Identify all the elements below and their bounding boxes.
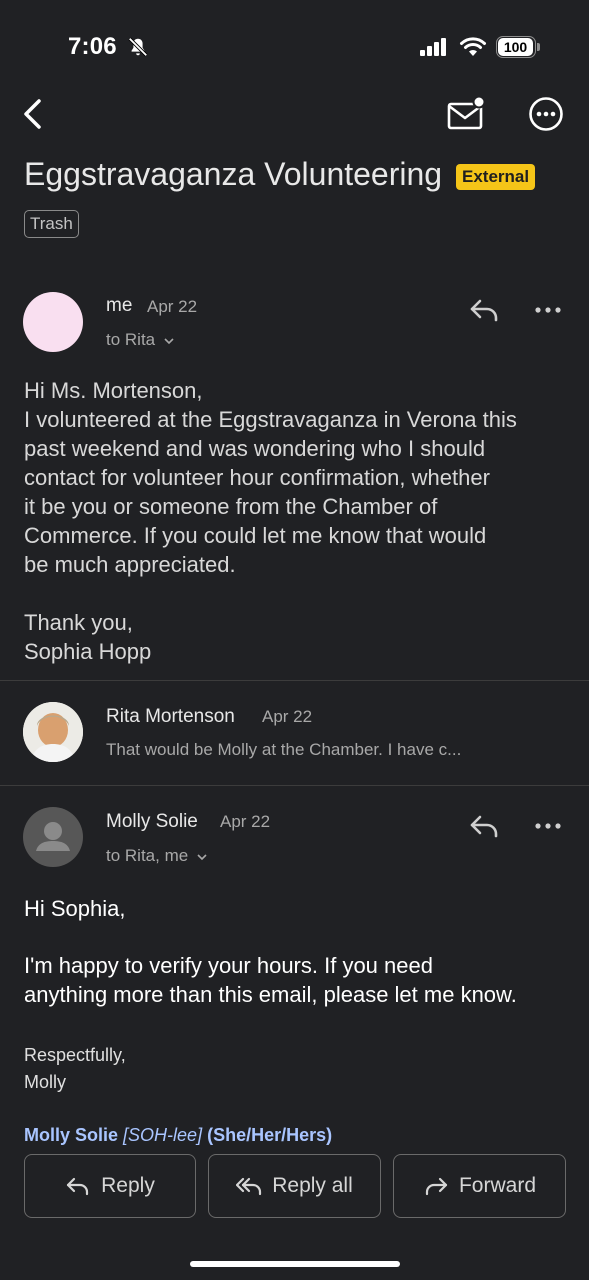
- body-line: Commerce. If you could let me know that …: [24, 523, 487, 548]
- recipients-toggle[interactable]: to Rita, me: [106, 846, 208, 866]
- reply-icon[interactable]: [468, 296, 500, 324]
- reply-all-button[interactable]: Reply all: [208, 1154, 381, 1218]
- forward-button[interactable]: Forward: [393, 1154, 566, 1218]
- recipients-toggle[interactable]: to Rita: [106, 330, 175, 350]
- mark-unread-button[interactable]: [444, 96, 486, 132]
- recipients-text: to Rita: [106, 330, 156, 349]
- signal-icon: [420, 38, 446, 56]
- body-line: Thank you,: [24, 610, 133, 635]
- closing-line: Molly: [24, 1072, 67, 1092]
- sender-name: me: [106, 295, 133, 316]
- chevron-down-icon: [197, 853, 207, 860]
- divider: [0, 680, 589, 681]
- avatar[interactable]: [23, 807, 83, 867]
- home-indicator[interactable]: [190, 1261, 400, 1267]
- message-body: Hi Ms. Mortenson, I volunteered at the E…: [24, 376, 517, 666]
- reply-all-label: Reply all: [272, 1174, 353, 1197]
- body-line: anything more than this email, please le…: [24, 982, 517, 1007]
- sender-name: Rita Mortenson: [106, 706, 235, 727]
- body-line: contact for volunteer hour confirmation,…: [24, 465, 490, 490]
- sender-name: Molly Solie: [106, 811, 198, 832]
- body-line: [24, 579, 517, 608]
- body-line: I volunteered at the Eggstravaganza in V…: [24, 407, 517, 432]
- signature-name: Molly Solie: [24, 1125, 119, 1145]
- battery-icon: 100: [496, 36, 540, 58]
- wifi-icon: [460, 37, 486, 56]
- message-greeting: Hi Sophia,: [24, 896, 126, 921]
- message-snippet[interactable]: That would be Molly at the Chamber. I ha…: [106, 740, 461, 760]
- email-signature[interactable]: Molly Solie [SOH-lee] (She/Her/Hers): [24, 1125, 332, 1146]
- divider: [0, 785, 589, 786]
- signature-pronunciation: [SOH-lee]: [123, 1125, 203, 1145]
- more-options-button[interactable]: [528, 96, 564, 132]
- battery-level: 100: [498, 38, 533, 56]
- bell-off-icon: [128, 37, 148, 57]
- signature-pronouns: (She/Her/Hers): [207, 1125, 333, 1145]
- message-more-icon[interactable]: [534, 305, 562, 315]
- forward-label: Forward: [458, 1174, 537, 1197]
- chevron-down-icon: [164, 337, 174, 344]
- reply-icon[interactable]: [468, 812, 500, 840]
- body-line: Hi Ms. Mortenson,: [24, 378, 203, 403]
- body-line: be much appreciated.: [24, 552, 236, 577]
- reply-all-icon: [236, 1177, 262, 1196]
- folder-label-chip[interactable]: Trash: [24, 210, 79, 238]
- status-time: 7:06: [68, 33, 117, 60]
- body-line: Sophia Hopp: [24, 639, 152, 664]
- reply-button[interactable]: Reply: [24, 1154, 196, 1218]
- reply-label: Reply: [101, 1174, 155, 1197]
- avatar[interactable]: [23, 292, 83, 352]
- message-closing: Respectfully, Molly: [24, 1042, 126, 1096]
- body-line: it be you or someone from the Chamber of: [24, 494, 438, 519]
- forward-icon: [425, 1177, 448, 1196]
- message-more-icon[interactable]: [534, 821, 562, 831]
- email-subject: Eggstravaganza Volunteering: [24, 156, 443, 192]
- back-button[interactable]: [18, 96, 50, 132]
- message-date: Apr 22: [147, 297, 198, 316]
- message-body: I'm happy to verify your hours. If you n…: [24, 951, 517, 1009]
- message-date: Apr 22: [262, 707, 313, 726]
- closing-line: Respectfully,: [24, 1045, 126, 1065]
- recipients-text: to Rita, me: [106, 846, 189, 865]
- reply-icon: [67, 1177, 89, 1196]
- external-badge: External: [456, 164, 536, 190]
- person-photo-icon: [23, 702, 83, 762]
- body-line: past weekend and was wondering who I sho…: [24, 436, 486, 461]
- default-person-icon: [36, 822, 70, 851]
- body-line: I'm happy to verify your hours. If you n…: [24, 953, 433, 978]
- avatar[interactable]: [23, 702, 83, 762]
- message-date: Apr 22: [220, 812, 271, 831]
